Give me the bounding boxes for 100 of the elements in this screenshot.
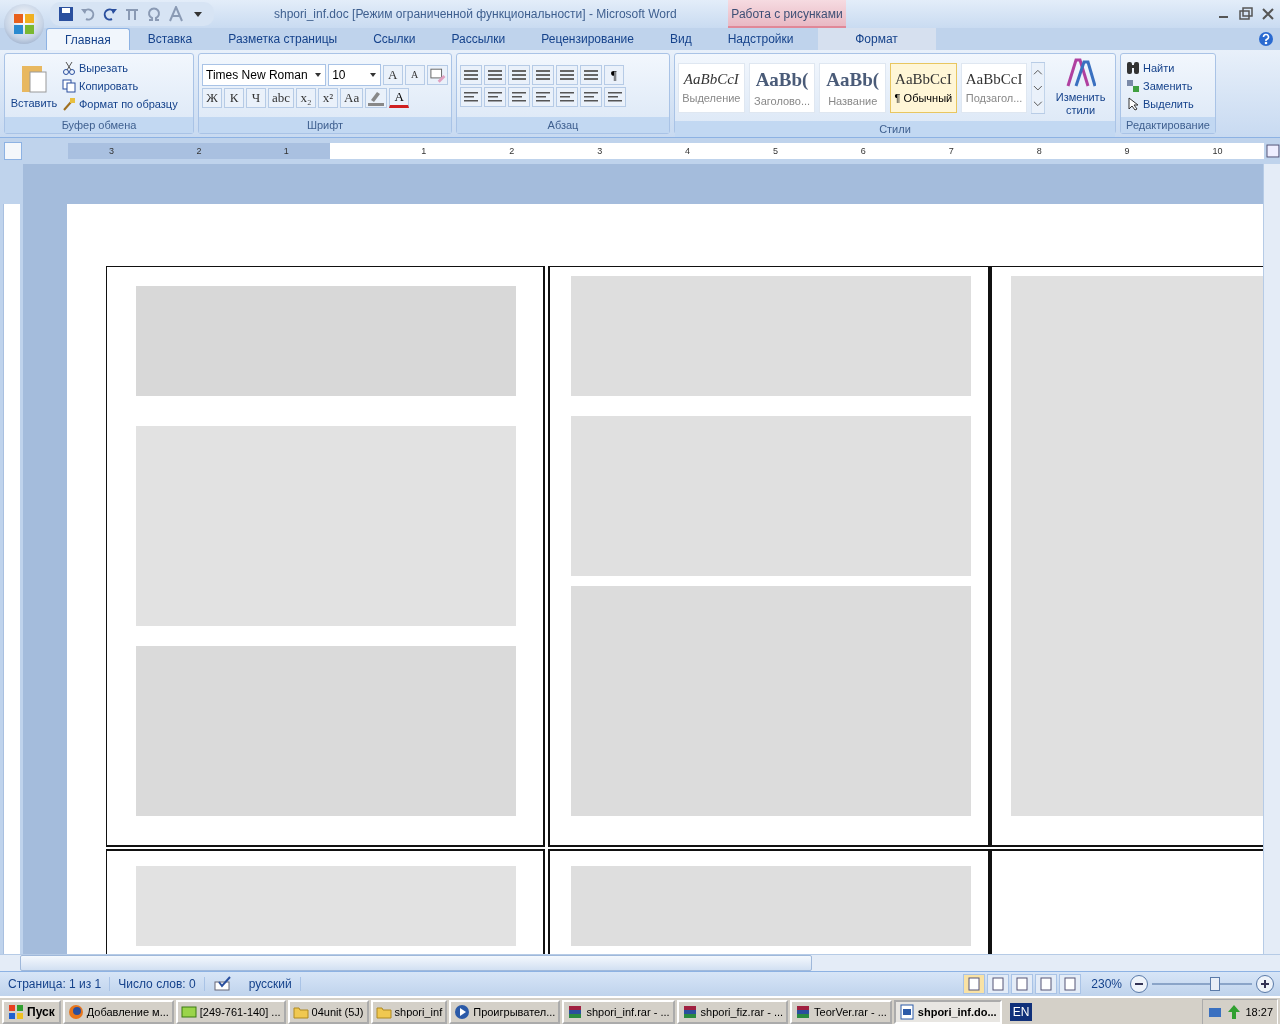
highlight-icon[interactable] (365, 87, 388, 108)
font-field[interactable]: Times New Roman (202, 63, 327, 86)
format-button[interactable]: Ч (246, 87, 266, 108)
proofing-icon[interactable] (212, 976, 233, 992)
horizontal-scrollbar[interactable] (0, 954, 1280, 971)
print-layout-icon[interactable] (963, 974, 986, 994)
ribbon-tab[interactable]: Формат (817, 28, 936, 50)
ribbon-tab[interactable]: Главная (46, 28, 130, 50)
ruler-number: 3 (109, 146, 115, 156)
taskbar-button[interactable]: [249-761-140] ... (175, 1000, 286, 1024)
word-count[interactable]: Число слов: 0 (110, 977, 205, 991)
ruler-number: 5 (772, 146, 778, 156)
slider-thumb[interactable] (1210, 977, 1220, 991)
taskbar-button[interactable]: shpori_fiz.rar - ... (676, 1000, 789, 1024)
globe-icon (67, 1004, 84, 1020)
caret-icon[interactable] (314, 70, 323, 79)
select-button[interactable]: Выделить (1124, 95, 1212, 112)
grow-font-button[interactable]: A (382, 64, 403, 85)
shrink-font-button[interactable]: A (404, 64, 425, 85)
books-icon (795, 1004, 812, 1020)
group-label: Абзац (457, 117, 669, 133)
books-icon (567, 1004, 584, 1020)
taskbar-button[interactable]: shpori_inf (370, 1000, 448, 1024)
clear-format-icon[interactable] (426, 64, 448, 85)
format-button[interactable]: x₂ (296, 87, 317, 108)
style-preset[interactable]: AaBb( Заголово... (748, 62, 816, 113)
ruler-number: 6 (860, 146, 866, 156)
office-button[interactable] (4, 4, 44, 44)
redo-icon[interactable] (102, 6, 118, 22)
vertical-scrollbar[interactable] (1263, 164, 1280, 954)
ribbon-tab[interactable]: Вид (651, 28, 710, 50)
find-button[interactable]: Найти (1124, 59, 1212, 76)
ruler-number: 9 (1124, 146, 1130, 156)
save-icon[interactable] (58, 6, 74, 22)
ruler-number: 8 (1036, 146, 1042, 156)
format-button[interactable]: Ж (202, 87, 222, 108)
ruler-number: 7 (948, 146, 954, 156)
format-button[interactable]: abc (268, 87, 295, 108)
group-label: Буфер обмена (5, 117, 193, 133)
zoom-level[interactable]: 230% (1091, 977, 1122, 991)
ribbon-tab[interactable]: Надстройки (709, 28, 812, 50)
align-left-icon[interactable] (460, 86, 482, 107)
group-label: Стили (675, 121, 1115, 137)
ribbon-tab[interactable]: Рецензирование (523, 28, 652, 50)
paste-button[interactable]: Вставить (8, 57, 60, 114)
format-button[interactable]: Aa (340, 87, 364, 108)
style-preset[interactable]: AaBbCcI Выделение (678, 62, 745, 113)
ruler-number: 10 (1212, 146, 1223, 156)
style-preset[interactable]: AaBb( Название (819, 62, 887, 113)
ruler-number: 3 (597, 146, 603, 156)
taskbar-button[interactable]: 04unit (5J) (287, 1000, 369, 1024)
folder-icon (292, 1004, 309, 1020)
change-styles-button[interactable]: Изменить стили (1049, 57, 1112, 118)
ribbon-tab[interactable]: Ссылки (355, 28, 434, 50)
cursor-icon (1126, 96, 1140, 111)
taskbar-button[interactable]: shpori_inf.rar - ... (562, 1000, 675, 1024)
replace-icon (1126, 78, 1140, 93)
books-icon (681, 1004, 698, 1020)
ribbon-tab[interactable]: Вставка (129, 28, 211, 50)
caret-icon[interactable] (368, 70, 377, 79)
zoom-in-icon[interactable] (1256, 975, 1274, 993)
windows-logo (8, 1004, 24, 1020)
taskbar-button[interactable]: Проигрывател... (449, 1000, 561, 1024)
taskbar-button[interactable]: Добавление м... (62, 1000, 174, 1024)
play-icon (454, 1004, 471, 1020)
style-preset[interactable]: AaBbCcI ¶ Обычный (890, 62, 957, 113)
brush-icon (62, 96, 76, 111)
ribbon-tab[interactable]: Разметка страницы (210, 28, 356, 50)
copy-icon (62, 78, 76, 93)
document-icon (898, 1004, 915, 1020)
start-button[interactable]: Пуск (2, 1000, 61, 1024)
pilcrow-button[interactable]: ¶ (604, 64, 624, 85)
language-indicator[interactable]: EN (1009, 1003, 1033, 1021)
ruler-number: 2 (196, 146, 202, 156)
letters-icon (1065, 58, 1096, 88)
taskbar-button[interactable]: TeorVer.rar - ... (790, 1000, 892, 1024)
format-painter-button[interactable]: Формат по образцу (60, 95, 180, 112)
font-color-button[interactable]: A (389, 87, 410, 108)
group-label: Редактирование (1121, 117, 1215, 133)
scissors-icon (62, 60, 76, 75)
size-field[interactable]: 10 (328, 63, 381, 86)
ruler-number: 1 (283, 146, 289, 156)
zoom-out-icon[interactable] (1130, 975, 1148, 993)
page-count[interactable]: Страница: 1 из 1 (0, 977, 111, 991)
copy-button[interactable]: Копировать (60, 77, 180, 94)
format-button[interactable]: К (224, 87, 244, 108)
replace-button[interactable]: Заменить (1124, 77, 1212, 94)
restore-icon[interactable] (1238, 6, 1254, 22)
style-preset[interactable]: AaBbCcI Подзагол... (960, 62, 1028, 113)
help-icon[interactable] (1258, 31, 1274, 47)
bullets-icon[interactable] (460, 64, 482, 85)
ribbon-tab[interactable]: Рассылки (433, 28, 524, 50)
ruler-number: 4 (685, 146, 691, 156)
taskbar-button[interactable]: shpori_inf.do... (893, 1000, 1002, 1024)
cut-button[interactable]: Вырезать (60, 59, 180, 76)
format-button[interactable]: x² (318, 87, 339, 108)
folder-icon (375, 1004, 392, 1020)
ruler-number: 2 (509, 146, 515, 156)
language-status[interactable]: русский (240, 977, 301, 991)
close-icon[interactable] (1260, 6, 1276, 22)
